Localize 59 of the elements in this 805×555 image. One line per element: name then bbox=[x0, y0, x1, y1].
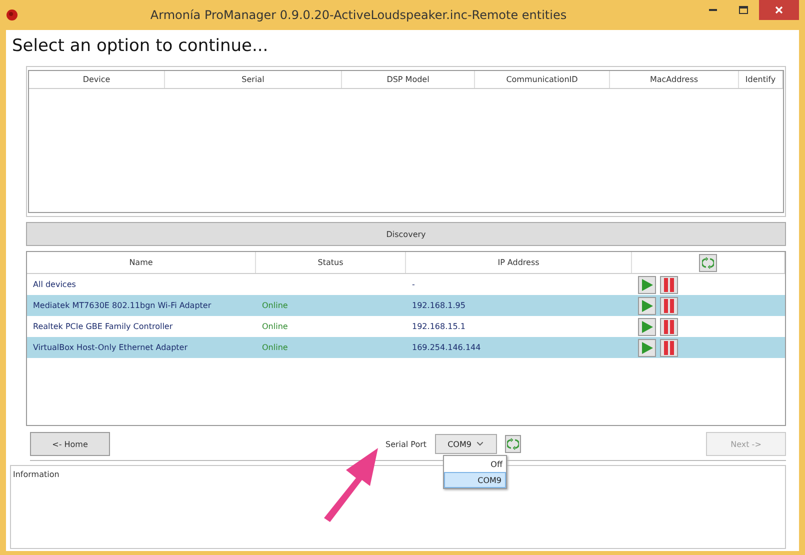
home-button[interactable]: <- Home bbox=[30, 432, 110, 456]
refresh-icon bbox=[506, 438, 519, 450]
discovery-header: Discovery bbox=[26, 222, 786, 246]
information-label: Information bbox=[13, 470, 60, 479]
serial-port-label: Serial Port bbox=[385, 440, 427, 448]
status-cell-text: Online bbox=[261, 301, 289, 310]
adapter-row[interactable]: Realtek PCIe GBE Family Controller Online 192.168.15.1 bbox=[27, 316, 785, 337]
name-cell-text: Mediatek MT7630E 802.11bgn Wi-Fi Adapter bbox=[32, 301, 212, 310]
pause-button[interactable] bbox=[660, 318, 678, 336]
adapter-row[interactable]: VirtualBox Host-Only Ethernet Adapter Online 169.254.146.144 bbox=[27, 337, 785, 358]
pause-button[interactable] bbox=[660, 276, 678, 294]
status-cell-text: Online bbox=[261, 322, 289, 331]
column-header[interactable]: Identify bbox=[739, 71, 783, 88]
pause-icon bbox=[663, 340, 675, 354]
refresh-icon bbox=[702, 256, 714, 268]
maximize-icon bbox=[738, 6, 748, 14]
window-title: Armonía ProManager 0.9.0.20-ActiveLoudspeaker.inc-Remote entities bbox=[149, 8, 568, 22]
adapter-row[interactable]: All devices - bbox=[27, 274, 785, 295]
column-header[interactable]: CommunicationID bbox=[475, 71, 610, 88]
name-cell-text: VirtualBox Host-Only Ethernet Adapter bbox=[32, 343, 188, 352]
name-cell-text: All devices bbox=[32, 280, 77, 289]
dropdown-option[interactable]: Off bbox=[444, 456, 506, 472]
dropdown-option[interactable]: COM9 bbox=[444, 472, 506, 488]
column-header[interactable]: IP Address bbox=[406, 252, 632, 273]
play-button[interactable] bbox=[638, 296, 656, 314]
play-button[interactable] bbox=[638, 318, 656, 336]
column-header[interactable]: Status bbox=[256, 252, 406, 273]
app-logo-icon bbox=[6, 9, 18, 21]
page-heading: Select an option to continue... bbox=[12, 36, 270, 56]
caret-icon bbox=[477, 442, 484, 446]
play-icon bbox=[641, 278, 653, 290]
column-header[interactable]: Device bbox=[29, 71, 165, 88]
play-icon bbox=[641, 320, 653, 332]
column-header[interactable]: MacAddress bbox=[610, 71, 739, 88]
serial-port-dropdown[interactable]: COM9 bbox=[434, 434, 497, 454]
play-icon bbox=[641, 300, 653, 312]
pause-button[interactable] bbox=[660, 338, 678, 356]
pause-button[interactable] bbox=[660, 296, 678, 314]
status-cell-text: Online bbox=[261, 343, 289, 352]
column-header[interactable]: Serial bbox=[165, 71, 342, 88]
ip-cell-text: 192.168.1.95 bbox=[411, 301, 466, 310]
close-button[interactable] bbox=[759, 0, 799, 20]
play-icon bbox=[641, 342, 653, 354]
adapter-row[interactable]: Mediatek MT7630E 802.11bgn Wi-Fi Adapter Online 192.168.1.95 bbox=[27, 295, 785, 316]
pause-icon bbox=[663, 298, 675, 312]
close-icon bbox=[775, 6, 783, 14]
ip-cell-text: - bbox=[411, 280, 416, 289]
pause-icon bbox=[663, 320, 675, 334]
play-button[interactable] bbox=[638, 276, 656, 294]
minimize-icon bbox=[709, 9, 717, 11]
name-cell-text: Realtek PCIe GBE Family Controller bbox=[32, 322, 174, 331]
ip-cell-text: 192.168.15.1 bbox=[411, 322, 466, 331]
pause-icon bbox=[663, 278, 675, 292]
column-header[interactable]: Name bbox=[27, 252, 256, 273]
refresh-button[interactable] bbox=[699, 254, 717, 272]
refresh-button[interactable] bbox=[504, 435, 521, 453]
play-button[interactable] bbox=[638, 338, 656, 356]
column-header[interactable]: DSP Model bbox=[342, 71, 475, 88]
ip-cell-text: 169.254.146.144 bbox=[411, 343, 482, 352]
